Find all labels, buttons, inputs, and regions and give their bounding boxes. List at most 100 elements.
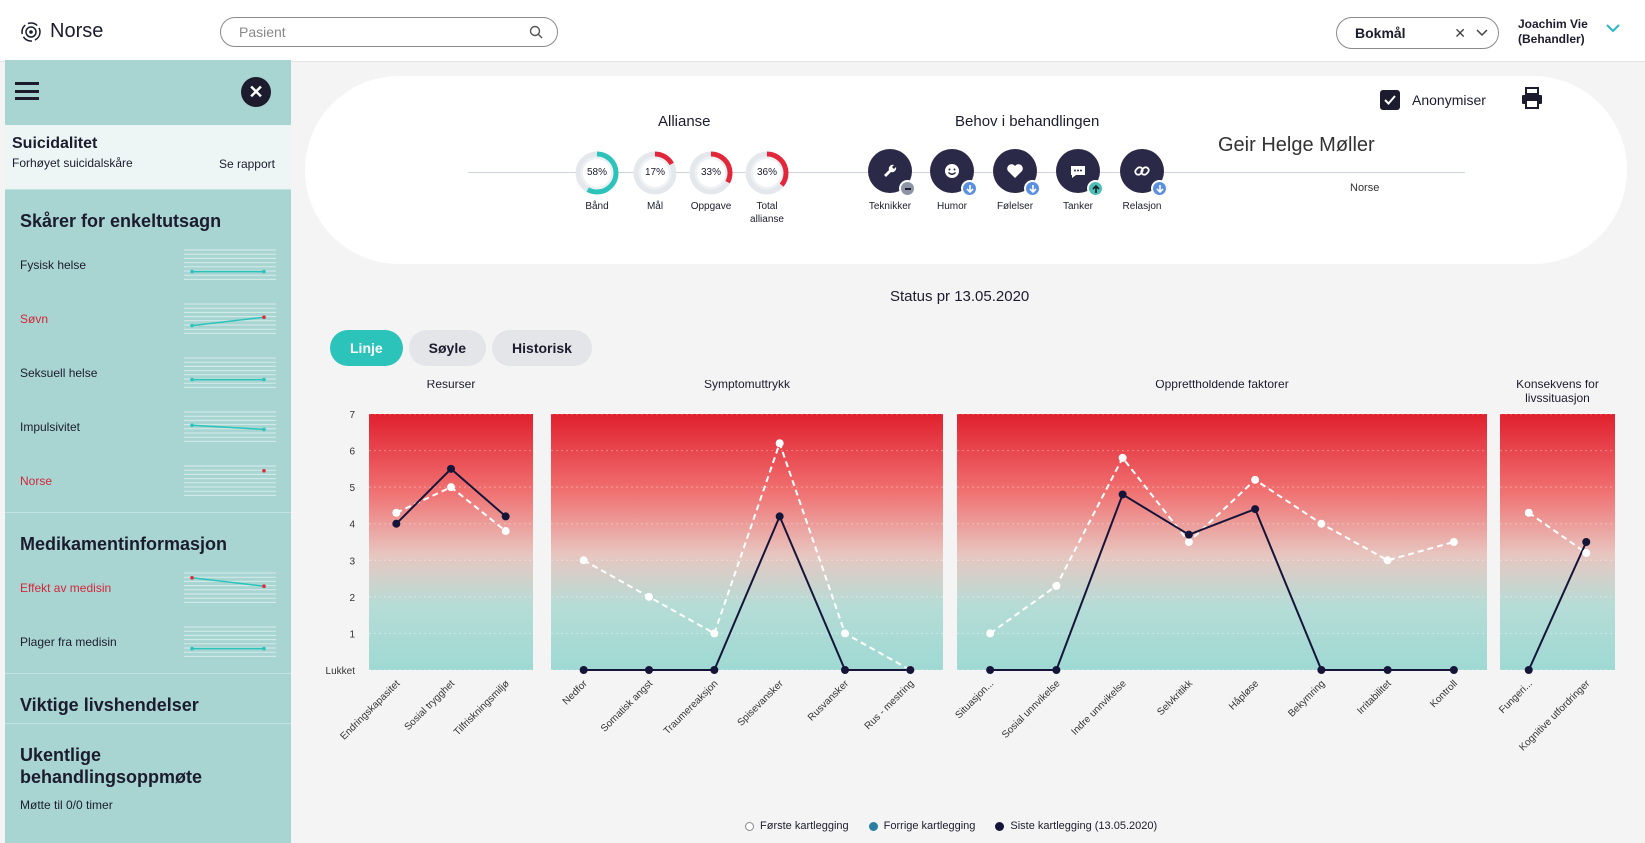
tab-historisk[interactable]: Historisk <box>492 330 592 366</box>
data-point-last[interactable] <box>1184 530 1193 539</box>
chart-panel-background <box>1500 414 1615 670</box>
sparkline-point <box>190 377 194 382</box>
sparkline-point <box>190 423 194 427</box>
data-point-first[interactable] <box>1052 581 1061 590</box>
data-point-last[interactable] <box>579 666 588 674</box>
x-tick-label: Traumereaksjon <box>662 678 721 737</box>
app-logo[interactable]: Norse <box>20 20 103 43</box>
data-point-last[interactable] <box>1251 505 1260 514</box>
language-select[interactable]: Bokmål ✕ <box>1336 17 1499 49</box>
data-point-last[interactable] <box>710 666 719 674</box>
alliance-item[interactable]: 58% Bånd <box>572 150 622 213</box>
data-point-last[interactable] <box>1524 666 1533 674</box>
see-report-link[interactable]: Se rapport <box>219 157 275 171</box>
data-point-first[interactable] <box>1582 548 1591 557</box>
alliance-title: Allianse <box>658 113 711 130</box>
need-item[interactable]: Følelser <box>985 149 1045 212</box>
y-tick-label: 1 <box>349 629 355 640</box>
need-item[interactable]: Relasjon <box>1112 149 1172 212</box>
alliance-item[interactable]: 33% Oppgave <box>686 150 736 213</box>
data-point-first[interactable] <box>986 629 995 638</box>
data-point-last[interactable] <box>1317 666 1326 674</box>
data-point-first[interactable] <box>501 527 510 536</box>
data-point-last[interactable] <box>501 512 510 521</box>
need-item[interactable]: Teknikker <box>860 149 920 212</box>
tab-linje[interactable]: Linje <box>330 330 403 366</box>
sidebar-item-score-2[interactable]: Seksuell helse <box>20 346 276 400</box>
sidebar-item-label: Seksuell helse <box>20 366 98 380</box>
data-point-first[interactable] <box>447 483 455 492</box>
sparkline <box>184 411 276 442</box>
data-point-last[interactable] <box>1449 666 1458 674</box>
user-role: (Behandler) <box>1518 32 1585 46</box>
data-point-first[interactable] <box>1317 519 1326 528</box>
chevron-down-icon[interactable] <box>1476 29 1488 37</box>
data-point-first[interactable] <box>392 508 401 517</box>
data-point-last[interactable] <box>1118 490 1127 499</box>
user-menu[interactable]: Joachim Vie (Behandler) <box>1518 17 1588 47</box>
patient-search[interactable]: Pasient <box>220 17 558 47</box>
data-point-last[interactable] <box>447 464 455 473</box>
print-icon[interactable] <box>1520 86 1544 110</box>
need-item[interactable]: Tanker <box>1048 149 1108 212</box>
data-point-last[interactable] <box>392 519 401 528</box>
medication-heading: Medikamentinformasjon <box>20 534 228 554</box>
close-icon[interactable]: ✕ <box>241 77 271 107</box>
sidebar-header: ✕ <box>5 60 291 125</box>
data-point-last[interactable] <box>841 666 849 674</box>
trend-down-icon <box>961 180 978 197</box>
anonymize-checkbox[interactable] <box>1380 90 1400 110</box>
data-point-last[interactable] <box>1582 538 1591 546</box>
data-point-last[interactable] <box>1052 666 1061 674</box>
y-tick-label: 7 <box>349 410 355 421</box>
sidebar-item-score-4[interactable]: Norse <box>20 454 276 508</box>
need-item[interactable]: Humor <box>922 149 982 212</box>
clear-icon[interactable]: ✕ <box>1454 25 1466 42</box>
attendance-section[interactable]: Ukentlige behandlingsoppmøte Møtte til 0… <box>5 723 291 812</box>
data-point-last[interactable] <box>1383 666 1392 674</box>
need-label: Teknikker <box>868 201 912 212</box>
sidebar-item-med-1[interactable]: Plager fra medisin <box>20 615 276 669</box>
language-value: Bokmål <box>1355 25 1406 41</box>
data-point-last[interactable] <box>906 666 915 674</box>
data-point-last[interactable] <box>986 666 995 674</box>
alliance-value: 17% <box>644 167 665 178</box>
anonymize-toggle[interactable]: Anonymiser <box>1380 90 1486 110</box>
x-tick-label: Rusvansker <box>806 678 852 724</box>
sparkline-point <box>262 427 266 432</box>
alliance-item[interactable]: 36% Total allianse <box>742 150 792 226</box>
alert-title: Suicidalitet <box>12 135 98 152</box>
legend-marker <box>868 821 878 831</box>
data-point-first[interactable] <box>1118 453 1127 462</box>
data-point-last[interactable] <box>645 666 653 674</box>
data-point-first[interactable] <box>1449 538 1458 546</box>
score-line-chart: Lukket1234567ResurserEndringskapasitet So… <box>326 380 1615 753</box>
data-point-first[interactable] <box>579 556 588 565</box>
panel-title: Resurser <box>427 380 476 391</box>
tab-soyle[interactable]: Søyle <box>408 330 487 366</box>
heart-icon <box>993 149 1041 197</box>
sidebar-item-score-1[interactable]: Søvn <box>20 292 276 346</box>
search-icon[interactable] <box>529 25 543 39</box>
data-point-first[interactable] <box>1184 538 1193 546</box>
data-point-first[interactable] <box>710 629 719 638</box>
menu-icon[interactable] <box>15 82 39 100</box>
alliance-item[interactable]: 17% Mål <box>630 150 680 213</box>
data-point-first[interactable] <box>1524 508 1533 517</box>
data-point-first[interactable] <box>645 592 653 601</box>
life-events-section[interactable]: Viktige livshendelser <box>5 673 291 723</box>
trend-up-icon <box>1087 180 1104 197</box>
search-input[interactable]: Pasient <box>239 24 529 40</box>
sidebar-item-med-0[interactable]: Effekt av medisin <box>20 561 276 615</box>
data-point-first[interactable] <box>1383 556 1392 565</box>
data-point-first[interactable] <box>1251 475 1260 484</box>
sidebar-item-score-3[interactable]: Impulsivitet <box>20 400 276 454</box>
alliance-label: Total allianse <box>750 201 784 225</box>
needs-title: Behov i behandlingen <box>955 113 1100 130</box>
data-point-last[interactable] <box>775 512 784 521</box>
sidebar-item-score-0[interactable]: Fysisk helse <box>20 238 276 292</box>
data-point-first[interactable] <box>775 439 784 448</box>
data-point-first[interactable] <box>841 629 849 638</box>
user-chevron-icon[interactable] <box>1606 24 1620 33</box>
y-tick-label: 4 <box>349 520 355 531</box>
